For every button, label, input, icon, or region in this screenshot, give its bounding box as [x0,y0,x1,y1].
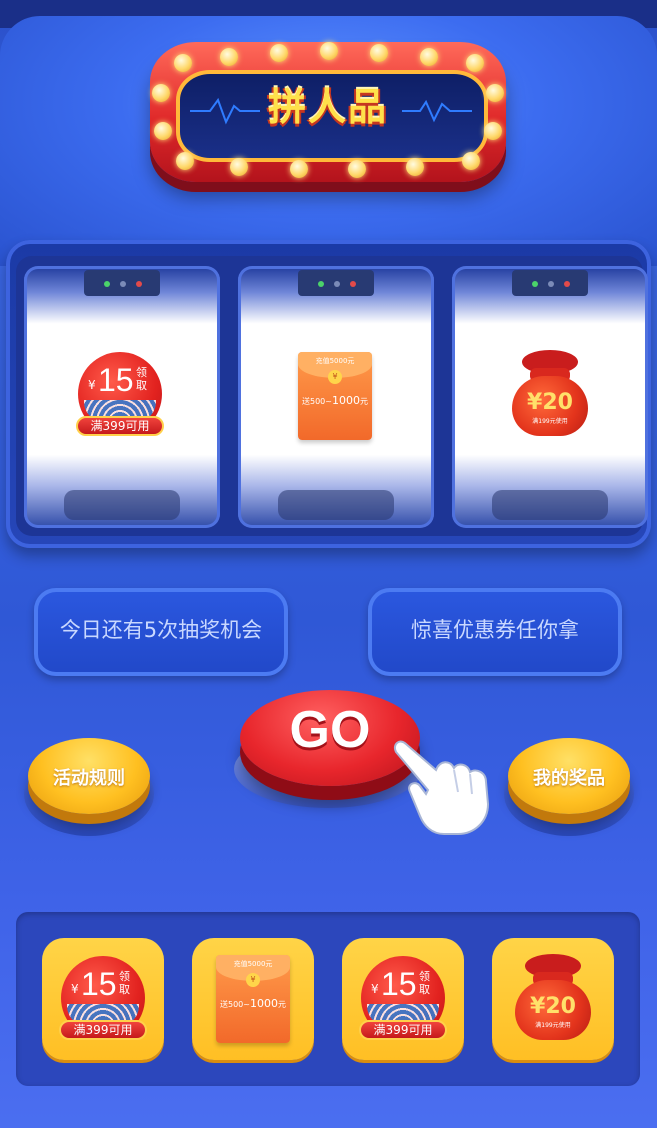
coupon-amount: 15 [81,966,117,1002]
reel-indicator [84,270,160,296]
envelope-offer: 送500~1000元 [302,394,368,407]
bulb-icon [406,158,424,176]
reel-shadow [278,490,394,520]
my-prizes-button[interactable]: 我的奖品 [508,738,630,814]
prize-tile-4: ¥20 满199元使用 [492,938,614,1060]
bulb-icon [230,158,248,176]
slogan-plate: 惊喜优惠券任你拿 [368,588,622,676]
coupon-get-label: 领取 [119,970,130,996]
coupon-currency: ¥ [371,982,379,996]
coupon-15: ¥ 15 领取 满399可用 [59,956,147,1044]
reel-shadow [64,490,180,520]
bulb-icon [462,152,480,170]
pointing-hand-icon [394,740,490,835]
lucky-bag: ¥20 满199元使用 [511,954,595,1042]
bulb-icon [348,160,366,178]
coupon-15: ¥ 15 领取 满399可用 [76,352,164,440]
coin-icon: ¥ [246,973,260,987]
envelope-offer: 送500~1000元 [220,997,286,1010]
coupon-condition: 满399可用 [76,416,164,436]
bulb-icon [220,48,238,66]
bulb-icon [176,152,194,170]
bulb-icon [466,54,484,72]
page-title: 拼人品 [267,85,388,129]
chances-text: 今日还有5次抽奖机会 [59,618,263,642]
bag-amount: ¥20 [527,390,573,415]
slogan-text: 惊喜优惠券任你拿 [411,618,579,642]
rules-button[interactable]: 活动规则 [28,738,150,814]
coin-icon: ¥ [328,370,342,384]
bag-condition: 满199元使用 [532,418,568,425]
prize-tile-3: ¥ 15 领取 满399可用 [342,938,464,1060]
coupon-currency: ¥ [88,378,96,392]
coupon-get-label: 领取 [419,970,430,996]
slot-machine-page: 拼人品 ¥ 15 领取 满399可用 充值5000元 ¥ 送500~1000元 … [0,0,657,1128]
bag-condition: 满199元使用 [535,1022,571,1029]
coupon-amount: 15 [98,362,134,398]
bulb-icon [420,48,438,66]
coupon-currency: ¥ [71,982,79,996]
coupon-condition: 满399可用 [59,1020,147,1040]
bulb-icon [174,54,192,72]
marquee-sign: 拼人品 [150,42,506,190]
coupon-get-label: 领取 [136,366,147,392]
reel-2: 充值5000元 ¥ 送500~1000元 [238,266,434,528]
bulb-icon [290,160,308,178]
bulb-icon [370,44,388,62]
coupon-condition: 满399可用 [359,1020,447,1040]
coupon-15: ¥ 15 领取 满399可用 [359,956,447,1044]
envelope-top-text: 充值5000元 [233,960,273,968]
reel-1: ¥ 15 领取 满399可用 [24,266,220,528]
reel-3: ¥20 满199元使用 [452,266,648,528]
my-prizes-button-label: 我的奖品 [533,768,605,789]
bulb-icon [320,42,338,60]
bag-amount: ¥20 [530,994,576,1019]
prize-tile-2: 充值5000元 ¥ 送500~1000元 [192,938,314,1060]
reel-shadow [492,490,608,520]
envelope-top-text: 充值5000元 [315,357,355,365]
red-envelope: 充值5000元 ¥ 送500~1000元 [216,955,290,1043]
reel-indicator [512,270,588,296]
chances-plate: 今日还有5次抽奖机会 [34,588,288,676]
red-envelope: 充值5000元 ¥ 送500~1000元 [298,352,372,440]
rules-button-label: 活动规则 [53,768,125,789]
reel-indicator [298,270,374,296]
prize-tile-1: ¥ 15 领取 满399可用 [42,938,164,1060]
bulb-icon [270,44,288,62]
lucky-bag: ¥20 满199元使用 [508,350,592,438]
coupon-amount: 15 [381,966,417,1002]
